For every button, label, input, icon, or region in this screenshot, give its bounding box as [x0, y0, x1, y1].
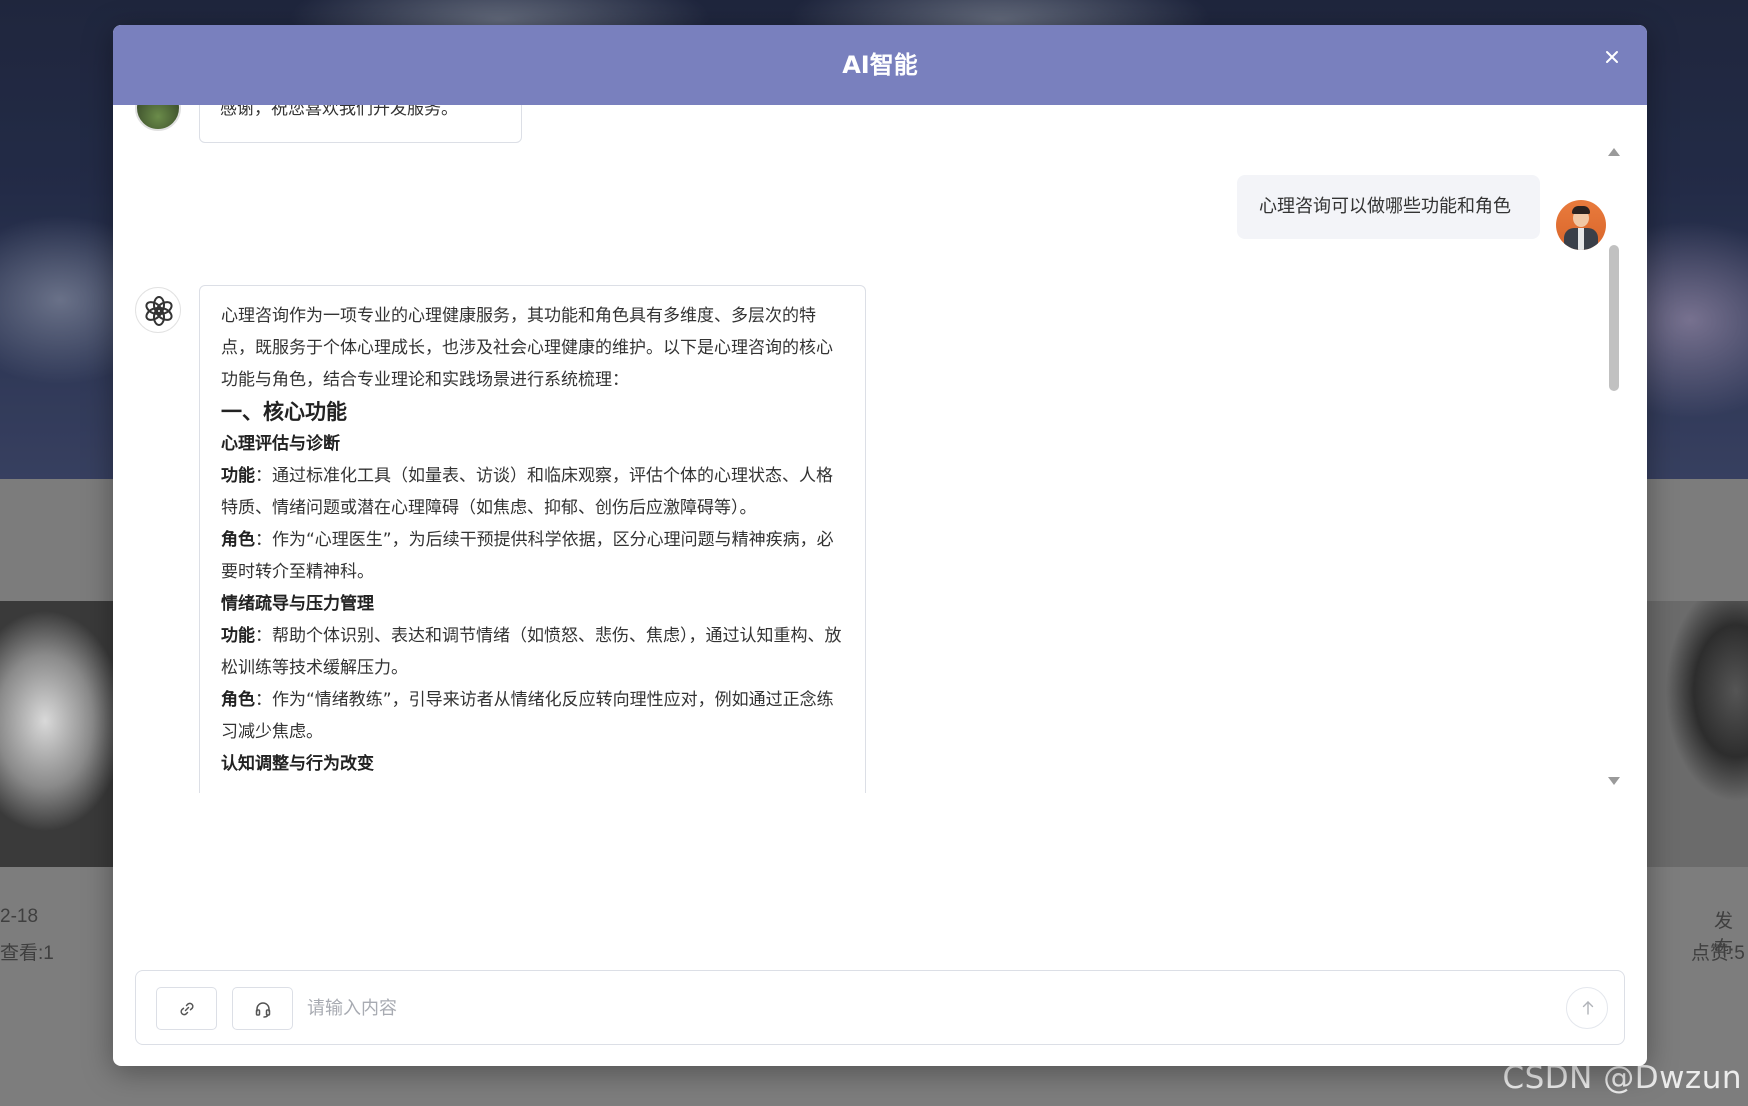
- ai-item-heading: 认知调整与行为改变: [221, 754, 374, 774]
- close-icon: [1606, 51, 1618, 63]
- ai-section-title: 一、核心功能: [221, 400, 347, 424]
- previous-ai-avatar: [135, 105, 181, 131]
- link-icon: [180, 1002, 194, 1016]
- chat-message-area[interactable]: 感谢，祝您喜欢我们开发服务。 心理咨询可以做哪些功能和角色 心理咨询作为一项专业…: [113, 105, 1647, 793]
- ai-avatar: [135, 287, 181, 333]
- arrow-up-icon: [1582, 1001, 1594, 1015]
- ai-item-heading: 情绪疏导与压力管理: [221, 594, 374, 614]
- ai-message-bubble: 心理咨询作为一项专业的心理健康服务，其功能和角色具有多维度、多层次的特点，既服务…: [199, 285, 866, 793]
- previous-ai-message: 感谢，祝您喜欢我们开发服务。: [199, 105, 522, 143]
- headset-icon: [255, 1002, 271, 1018]
- voice-button[interactable]: [232, 987, 293, 1030]
- scroll-up-arrow[interactable]: [1608, 148, 1620, 156]
- background-card-image-left: [0, 601, 113, 867]
- user-message-bubble: 心理咨询可以做哪些功能和角色: [1237, 175, 1540, 239]
- scroll-down-arrow[interactable]: [1608, 777, 1620, 785]
- ai-item-function: 功能：通过标准化工具（如量表、访谈）和临床观察，评估个体的心理状态、人格特质、情…: [221, 466, 833, 518]
- previous-ai-message-text: 感谢，祝您喜欢我们开发服务。: [220, 105, 458, 119]
- background-card-image-right: [1646, 601, 1748, 867]
- scrollbar-thumb[interactable]: [1609, 245, 1619, 391]
- openai-logo-icon: [145, 296, 173, 326]
- ai-item-role: 角色：作为“心理医生”，为后续干预提供科学依据，区分心理问题与精神疾病，必要时转…: [221, 530, 834, 582]
- background-right-likes: 点赞:5: [1691, 943, 1745, 964]
- ai-item-heading: 心理评估与诊断: [221, 434, 340, 454]
- ai-item-role: 角色：作为“情绪教练”，引导来访者从情绪化反应转向理性应对，例如通过正念练习减少…: [221, 690, 834, 742]
- user-message-text: 心理咨询可以做哪些功能和角色: [1259, 196, 1511, 217]
- chat-input-bar: [135, 970, 1625, 1045]
- user-avatar: [1556, 200, 1606, 250]
- ai-intro-text: 心理咨询作为一项专业的心理健康服务，其功能和角色具有多维度、多层次的特点，既服务…: [221, 306, 833, 390]
- dialog-title: AI智能: [842, 51, 918, 79]
- ai-message-content: 心理咨询作为一项专业的心理健康服务，其功能和角色具有多维度、多层次的特点，既服务…: [221, 300, 843, 780]
- send-button[interactable]: [1566, 987, 1608, 1029]
- attach-link-button[interactable]: [156, 987, 217, 1030]
- close-button[interactable]: [1598, 43, 1626, 71]
- background-left-views: 查看:1: [0, 943, 54, 964]
- ai-item-function: 功能：帮助个体识别、表达和调节情绪（如愤怒、悲伤、焦虑），通过认知重构、放松训练…: [221, 626, 842, 678]
- background-left-date: 2-18: [0, 906, 39, 927]
- ai-chat-dialog: AI智能 感谢，祝您喜欢我们开发服务。 心理咨询可以做哪些功能和角色 心理咨询作…: [113, 25, 1647, 1066]
- message-input[interactable]: [307, 987, 1527, 1030]
